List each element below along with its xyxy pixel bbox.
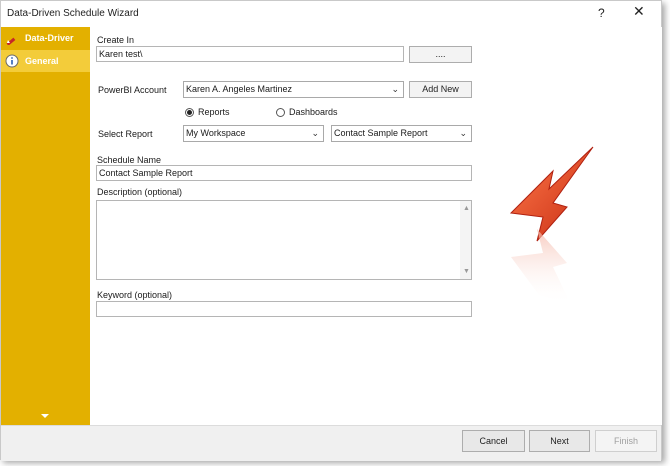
workspace-select[interactable]: My Workspace ⌄ (183, 125, 324, 142)
chevron-down-icon: ⌄ (459, 128, 467, 138)
chevron-down-icon[interactable] (41, 414, 49, 418)
chevron-down-icon: ⌄ (311, 128, 319, 138)
browse-button[interactable]: .... (409, 46, 472, 63)
description-label: Description (optional) (97, 187, 183, 197)
window-title: Data-Driven Schedule Wizard (7, 8, 139, 19)
sidebar-item-data-driver[interactable]: Data-Driver (1, 27, 90, 49)
powerbi-account-select[interactable]: Karen A. Angeles Martinez ⌄ (183, 81, 404, 98)
radio-selected-indicator (185, 107, 194, 117)
report-value: Contact Sample Report (334, 128, 428, 138)
pencil-icon (4, 30, 20, 46)
add-new-button[interactable]: Add New (409, 81, 472, 98)
wizard-sidebar: Data-Driver General (1, 27, 90, 425)
schedule-name-label: Schedule Name (97, 155, 162, 165)
next-button[interactable]: Next (529, 430, 590, 452)
chevron-down-icon: ⌄ (391, 84, 399, 94)
finish-button[interactable]: Finish (595, 430, 657, 452)
scroll-up-icon[interactable]: ▲ (463, 205, 470, 212)
title-bar: Data-Driven Schedule Wizard ? ✕ (1, 1, 661, 27)
scroll-down-icon[interactable]: ▼ (463, 268, 470, 275)
powerbi-account-label: PowerBI Account (98, 85, 167, 95)
radio-dashboards[interactable]: Dashboards (276, 107, 338, 117)
create-in-input[interactable]: Karen test\ (96, 46, 404, 62)
radio-dashboards-label: Dashboards (289, 107, 338, 117)
wizard-content: Create In Karen test\ .... PowerBI Accou… (90, 27, 662, 425)
radio-reports[interactable]: Reports (185, 107, 230, 117)
powerbi-account-value: Karen A. Angeles Martinez (186, 84, 293, 94)
info-icon (4, 53, 20, 69)
sidebar-item-label: General (25, 56, 59, 66)
cancel-button[interactable]: Cancel (462, 430, 525, 452)
workspace-value: My Workspace (186, 128, 246, 138)
description-textarea[interactable]: ▲ ▼ (96, 200, 472, 280)
description-scrollbar[interactable]: ▲ ▼ (460, 201, 471, 279)
wizard-arrow-graphic (509, 146, 594, 305)
radio-reports-label: Reports (198, 107, 230, 117)
wizard-footer: Cancel Next Finish (1, 425, 661, 461)
schedule-name-input[interactable]: Contact Sample Report (96, 165, 472, 181)
radio-unselected-indicator (276, 107, 285, 117)
create-in-label: Create In (97, 35, 135, 45)
keyword-label: Keyword (optional) (97, 290, 173, 300)
wizard-window: Data-Driven Schedule Wizard ? ✕ Data-Dri… (0, 0, 662, 461)
sidebar-item-general[interactable]: General (1, 50, 90, 72)
keyword-input[interactable] (96, 301, 472, 317)
report-select[interactable]: Contact Sample Report ⌄ (331, 125, 472, 142)
sidebar-item-label: Data-Driver (25, 33, 74, 43)
help-button[interactable]: ? (598, 6, 605, 20)
close-button[interactable]: ✕ (633, 4, 645, 18)
select-report-label: Select Report (98, 129, 153, 139)
